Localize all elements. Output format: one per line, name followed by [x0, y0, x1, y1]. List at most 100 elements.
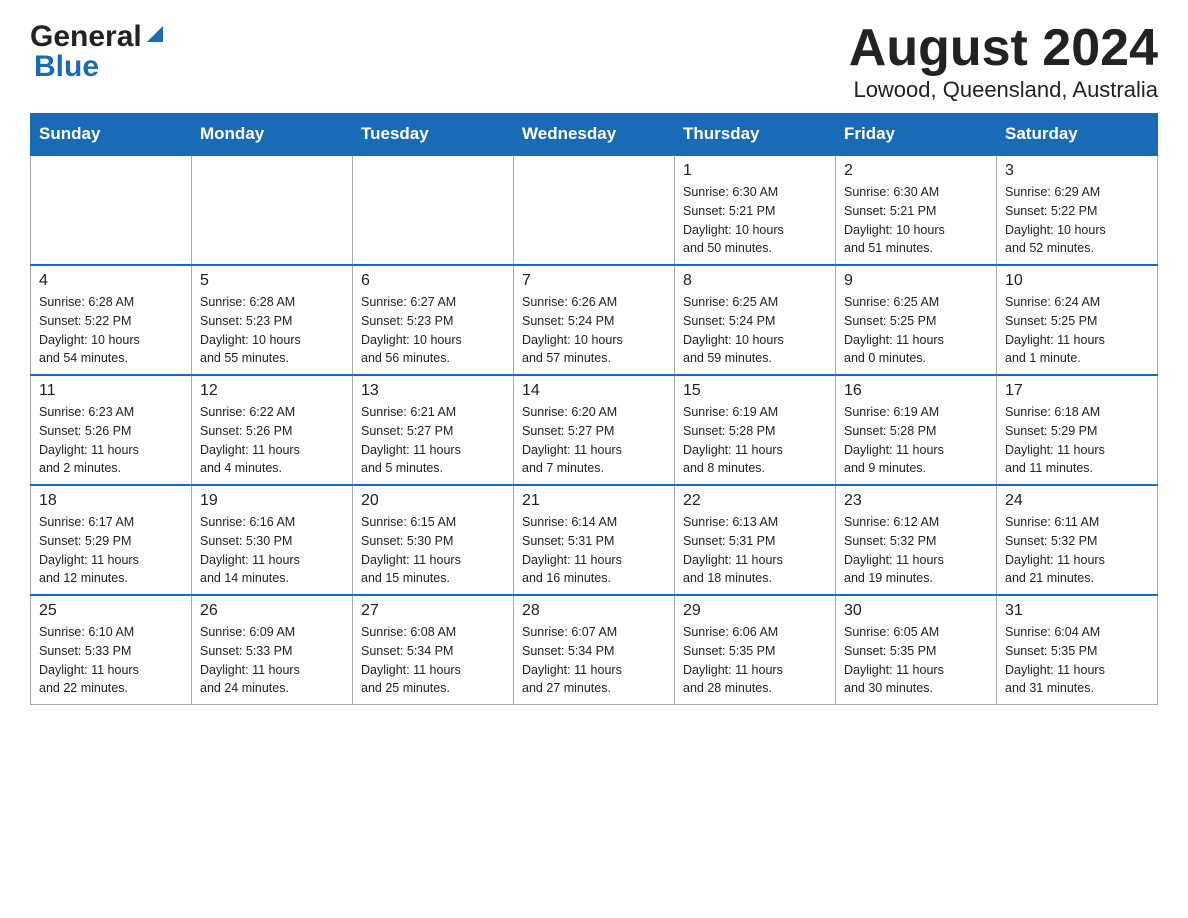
- logo: General Blue: [30, 20, 166, 84]
- table-row: 8Sunrise: 6:25 AMSunset: 5:24 PMDaylight…: [675, 265, 836, 375]
- day-info: Sunrise: 6:14 AMSunset: 5:31 PMDaylight:…: [522, 513, 666, 588]
- table-row: 3 Sunrise: 6:29 AMSunset: 5:22 PMDaylight…: [997, 155, 1158, 265]
- day-number: 27: [361, 602, 505, 620]
- day-number: 19: [200, 492, 344, 510]
- day-info: Sunrise: 6:11 AMSunset: 5:32 PMDaylight:…: [1005, 513, 1149, 588]
- day-number: 13: [361, 382, 505, 400]
- day-number: 17: [1005, 382, 1149, 400]
- table-row: [514, 155, 675, 265]
- table-row: 26 Sunrise: 6:09 AMSunset: 5:33 PMDayligh…: [192, 595, 353, 705]
- day-info: Sunrise: 6:17 AMSunset: 5:29 PMDaylight:…: [39, 513, 183, 588]
- table-row: 2 Sunrise: 6:30 AMSunset: 5:21 PMDaylight…: [836, 155, 997, 265]
- day-info: Sunrise: 6:07 AMSunset: 5:34 PMDaylight:…: [522, 623, 666, 698]
- calendar-week-row: 25Sunrise: 6:10 AMSunset: 5:33 PMDayligh…: [31, 595, 1158, 705]
- day-info: Sunrise: 6:05 AMSunset: 5:35 PMDaylight:…: [844, 623, 988, 698]
- day-info: Sunrise: 6:06 AMSunset: 5:35 PMDaylight:…: [683, 623, 827, 698]
- day-number: 20: [361, 492, 505, 510]
- table-row: 12 Sunrise: 6:22 AMSunset: 5:26 PMDayligh…: [192, 375, 353, 485]
- day-info: Sunrise: 6:15 AMSunset: 5:30 PMDaylight:…: [361, 513, 505, 588]
- day-number: 11: [39, 382, 183, 400]
- day-number: 12: [200, 382, 344, 400]
- day-number: 21: [522, 492, 666, 510]
- logo-blue-text: Blue: [34, 50, 99, 83]
- page-subtitle: Lowood, Queensland, Australia: [849, 77, 1158, 103]
- day-info: Sunrise: 6:24 AMSunset: 5:25 PMDaylight:…: [1005, 293, 1149, 368]
- calendar-header-row: Sunday Monday Tuesday Wednesday Thursday…: [31, 114, 1158, 156]
- page-header: General Blue August 2024 Lowood, Queensl…: [30, 20, 1158, 103]
- day-number: 9: [844, 272, 988, 290]
- day-info: Sunrise: 6:20 AMSunset: 5:27 PMDaylight:…: [522, 403, 666, 478]
- day-number: 15: [683, 382, 827, 400]
- table-row: [353, 155, 514, 265]
- table-row: 10 Sunrise: 6:24 AMSunset: 5:25 PMDayligh…: [997, 265, 1158, 375]
- table-row: [31, 155, 192, 265]
- day-number: 26: [200, 602, 344, 620]
- calendar-week-row: 18 Sunrise: 6:17 AMSunset: 5:29 PMDayligh…: [31, 485, 1158, 595]
- day-info: Sunrise: 6:30 AMSunset: 5:21 PMDaylight:…: [683, 183, 827, 258]
- day-number: 28: [522, 602, 666, 620]
- col-saturday: Saturday: [997, 114, 1158, 156]
- day-info: Sunrise: 6:19 AMSunset: 5:28 PMDaylight:…: [844, 403, 988, 478]
- day-number: 16: [844, 382, 988, 400]
- day-info: Sunrise: 6:10 AMSunset: 5:33 PMDaylight:…: [39, 623, 183, 698]
- day-number: 1: [683, 162, 827, 180]
- col-thursday: Thursday: [675, 114, 836, 156]
- day-number: 23: [844, 492, 988, 510]
- day-info: Sunrise: 6:04 AMSunset: 5:35 PMDaylight:…: [1005, 623, 1149, 698]
- day-info: Sunrise: 6:30 AMSunset: 5:21 PMDaylight:…: [844, 183, 988, 258]
- table-row: 18 Sunrise: 6:17 AMSunset: 5:29 PMDayligh…: [31, 485, 192, 595]
- table-row: 14 Sunrise: 6:20 AMSunset: 5:27 PMDayligh…: [514, 375, 675, 485]
- table-row: 5 Sunrise: 6:28 AMSunset: 5:23 PMDaylight…: [192, 265, 353, 375]
- day-info: Sunrise: 6:29 AMSunset: 5:22 PMDaylight:…: [1005, 183, 1149, 258]
- day-number: 18: [39, 492, 183, 510]
- table-row: 6Sunrise: 6:27 AMSunset: 5:23 PMDaylight…: [353, 265, 514, 375]
- col-friday: Friday: [836, 114, 997, 156]
- day-info: Sunrise: 6:25 AMSunset: 5:25 PMDaylight:…: [844, 293, 988, 368]
- day-number: 29: [683, 602, 827, 620]
- day-number: 2: [844, 162, 988, 180]
- day-number: 7: [522, 272, 666, 290]
- day-info: Sunrise: 6:27 AMSunset: 5:23 PMDaylight:…: [361, 293, 505, 368]
- day-number: 4: [39, 272, 183, 290]
- table-row: 30Sunrise: 6:05 AMSunset: 5:35 PMDayligh…: [836, 595, 997, 705]
- table-row: 19 Sunrise: 6:16 AMSunset: 5:30 PMDayligh…: [192, 485, 353, 595]
- day-number: 14: [522, 382, 666, 400]
- day-number: 8: [683, 272, 827, 290]
- day-info: Sunrise: 6:28 AMSunset: 5:22 PMDaylight:…: [39, 293, 183, 368]
- day-info: Sunrise: 6:22 AMSunset: 5:26 PMDaylight:…: [200, 403, 344, 478]
- day-info: Sunrise: 6:16 AMSunset: 5:30 PMDaylight:…: [200, 513, 344, 588]
- calendar-week-row: 4 Sunrise: 6:28 AMSunset: 5:22 PMDaylight…: [31, 265, 1158, 375]
- table-row: [192, 155, 353, 265]
- day-info: Sunrise: 6:12 AMSunset: 5:32 PMDaylight:…: [844, 513, 988, 588]
- table-row: 13 Sunrise: 6:21 AMSunset: 5:27 PMDayligh…: [353, 375, 514, 485]
- table-row: 31 Sunrise: 6:04 AMSunset: 5:35 PMDayligh…: [997, 595, 1158, 705]
- title-block: August 2024 Lowood, Queensland, Australi…: [849, 20, 1158, 103]
- day-number: 31: [1005, 602, 1149, 620]
- day-info: Sunrise: 6:08 AMSunset: 5:34 PMDaylight:…: [361, 623, 505, 698]
- day-info: Sunrise: 6:26 AMSunset: 5:24 PMDaylight:…: [522, 293, 666, 368]
- table-row: 17Sunrise: 6:18 AMSunset: 5:29 PMDayligh…: [997, 375, 1158, 485]
- table-row: 29 Sunrise: 6:06 AMSunset: 5:35 PMDayligh…: [675, 595, 836, 705]
- calendar-week-row: 11 Sunrise: 6:23 AMSunset: 5:26 PMDayligh…: [31, 375, 1158, 485]
- day-info: Sunrise: 6:28 AMSunset: 5:23 PMDaylight:…: [200, 293, 344, 368]
- table-row: 24Sunrise: 6:11 AMSunset: 5:32 PMDayligh…: [997, 485, 1158, 595]
- day-number: 10: [1005, 272, 1149, 290]
- day-number: 3: [1005, 162, 1149, 180]
- table-row: 20 Sunrise: 6:15 AMSunset: 5:30 PMDayligh…: [353, 485, 514, 595]
- day-info: Sunrise: 6:21 AMSunset: 5:27 PMDaylight:…: [361, 403, 505, 478]
- col-sunday: Sunday: [31, 114, 192, 156]
- table-row: 1 Sunrise: 6:30 AMSunset: 5:21 PMDaylight…: [675, 155, 836, 265]
- day-info: Sunrise: 6:23 AMSunset: 5:26 PMDaylight:…: [39, 403, 183, 478]
- table-row: 7 Sunrise: 6:26 AMSunset: 5:24 PMDaylight…: [514, 265, 675, 375]
- calendar-week-row: 1 Sunrise: 6:30 AMSunset: 5:21 PMDaylight…: [31, 155, 1158, 265]
- col-wednesday: Wednesday: [514, 114, 675, 156]
- table-row: 11 Sunrise: 6:23 AMSunset: 5:26 PMDayligh…: [31, 375, 192, 485]
- day-number: 5: [200, 272, 344, 290]
- col-tuesday: Tuesday: [353, 114, 514, 156]
- calendar-table: Sunday Monday Tuesday Wednesday Thursday…: [30, 113, 1158, 705]
- table-row: 4 Sunrise: 6:28 AMSunset: 5:22 PMDaylight…: [31, 265, 192, 375]
- day-info: Sunrise: 6:09 AMSunset: 5:33 PMDaylight:…: [200, 623, 344, 698]
- table-row: 23 Sunrise: 6:12 AMSunset: 5:32 PMDayligh…: [836, 485, 997, 595]
- table-row: 16 Sunrise: 6:19 AMSunset: 5:28 PMDayligh…: [836, 375, 997, 485]
- logo-general-text: General: [30, 20, 142, 54]
